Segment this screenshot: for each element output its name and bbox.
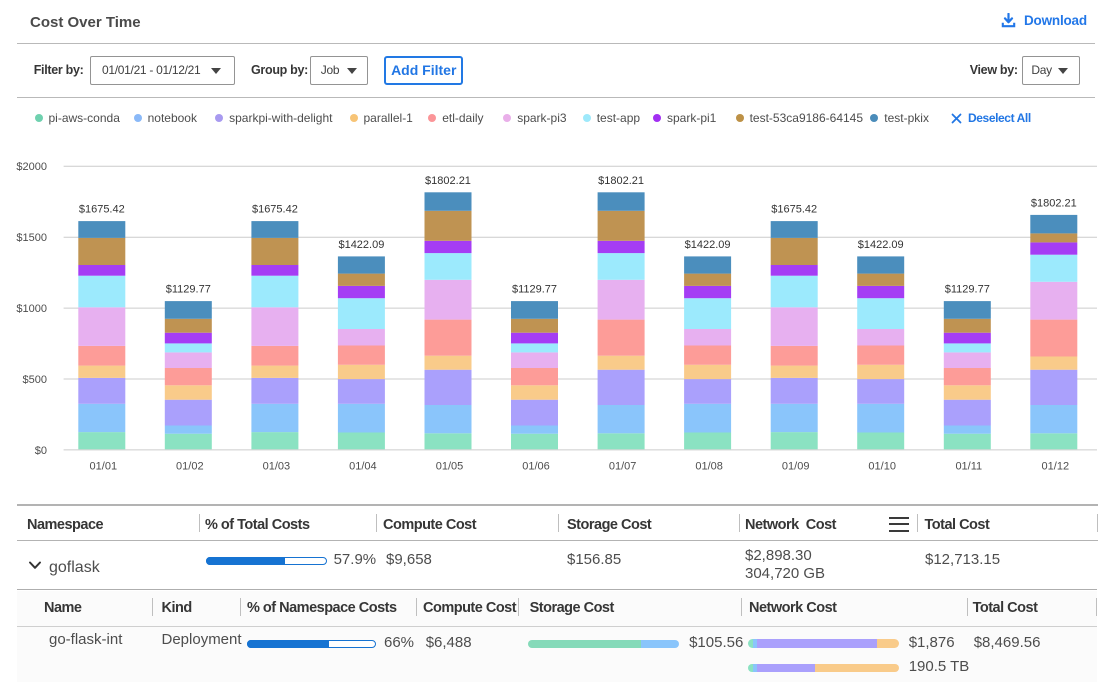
svg-text:01/06: 01/06 [522, 461, 550, 473]
svg-text:01/09: 01/09 [782, 461, 810, 473]
svg-text:01/08: 01/08 [695, 461, 723, 473]
svg-text:01/03: 01/03 [263, 461, 291, 473]
svg-text:$1129.77: $1129.77 [512, 284, 557, 296]
svg-text:01/11: 01/11 [955, 461, 982, 473]
svg-text:$1500: $1500 [16, 232, 47, 244]
svg-text:01/07: 01/07 [609, 461, 637, 473]
svg-text:$1422.09: $1422.09 [858, 239, 904, 251]
svg-text:01/12: 01/12 [1042, 461, 1070, 473]
svg-text:$1802.21: $1802.21 [598, 175, 644, 187]
svg-text:$1802.21: $1802.21 [1031, 198, 1077, 210]
svg-text:$1000: $1000 [16, 303, 47, 315]
svg-text:01/05: 01/05 [436, 461, 464, 473]
svg-text:$1422.09: $1422.09 [685, 239, 731, 251]
svg-text:$1129.77: $1129.77 [166, 284, 211, 296]
svg-text:01/02: 01/02 [176, 461, 204, 473]
svg-text:$500: $500 [23, 374, 47, 386]
svg-text:$1675.42: $1675.42 [79, 204, 125, 216]
svg-text:$1802.21: $1802.21 [425, 175, 471, 187]
svg-text:$1422.09: $1422.09 [338, 239, 384, 251]
svg-text:$0: $0 [35, 445, 47, 457]
svg-text:01/10: 01/10 [868, 461, 896, 473]
svg-text:01/01: 01/01 [90, 461, 118, 473]
svg-text:$1675.42: $1675.42 [252, 204, 298, 216]
svg-text:$1675.42: $1675.42 [771, 204, 817, 216]
svg-text:01/04: 01/04 [349, 461, 377, 473]
svg-text:$2000: $2000 [16, 161, 47, 173]
svg-text:$1129.77: $1129.77 [945, 284, 990, 296]
